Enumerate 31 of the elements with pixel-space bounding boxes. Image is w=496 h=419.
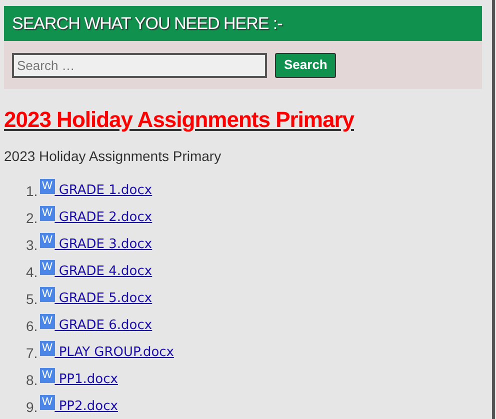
- file-link[interactable]: PP2.docx: [54, 397, 118, 417]
- word-file-icon: W: [40, 233, 55, 248]
- file-link[interactable]: GRADE 1.docx: [54, 181, 152, 201]
- file-link[interactable]: PLAY GROUP.docx: [54, 343, 174, 363]
- word-file-icon: W: [40, 206, 55, 221]
- list-number: 3.: [26, 236, 38, 254]
- search-field[interactable]: Search …: [12, 52, 267, 78]
- list-number: 7.: [26, 344, 38, 362]
- file-link[interactable]: GRADE 6.docx: [54, 316, 152, 336]
- word-file-icon: W: [40, 368, 55, 383]
- file-link[interactable]: GRADE 3.docx: [54, 235, 152, 255]
- word-file-icon: W: [40, 341, 55, 356]
- list-number: 9.: [26, 398, 38, 416]
- list-number: 6.: [26, 316, 38, 336]
- post-intro: 2023 Holiday Assignments Primary: [4, 147, 222, 166]
- word-file-icon: W: [40, 395, 55, 410]
- file-link[interactable]: GRADE 5.docx: [54, 289, 152, 309]
- widget-heading: SEARCH WHAT YOU NEED HERE :-: [12, 12, 282, 35]
- list-number: 1.: [26, 182, 38, 200]
- file-link[interactable]: GRADE 2.docx: [54, 208, 152, 228]
- list-number: 8.: [26, 370, 38, 390]
- search-button[interactable]: Search: [275, 52, 336, 78]
- file-link[interactable]: GRADE 4.docx: [54, 262, 152, 282]
- list-number: 4.: [26, 262, 38, 282]
- word-file-icon: W: [40, 287, 55, 302]
- word-file-icon: W: [40, 260, 55, 275]
- word-file-icon: W: [40, 179, 55, 194]
- file-link[interactable]: PP1.docx: [54, 370, 118, 390]
- list-number: 2.: [26, 208, 38, 228]
- word-file-icon: W: [40, 314, 55, 329]
- list-number: 5.: [26, 290, 38, 308]
